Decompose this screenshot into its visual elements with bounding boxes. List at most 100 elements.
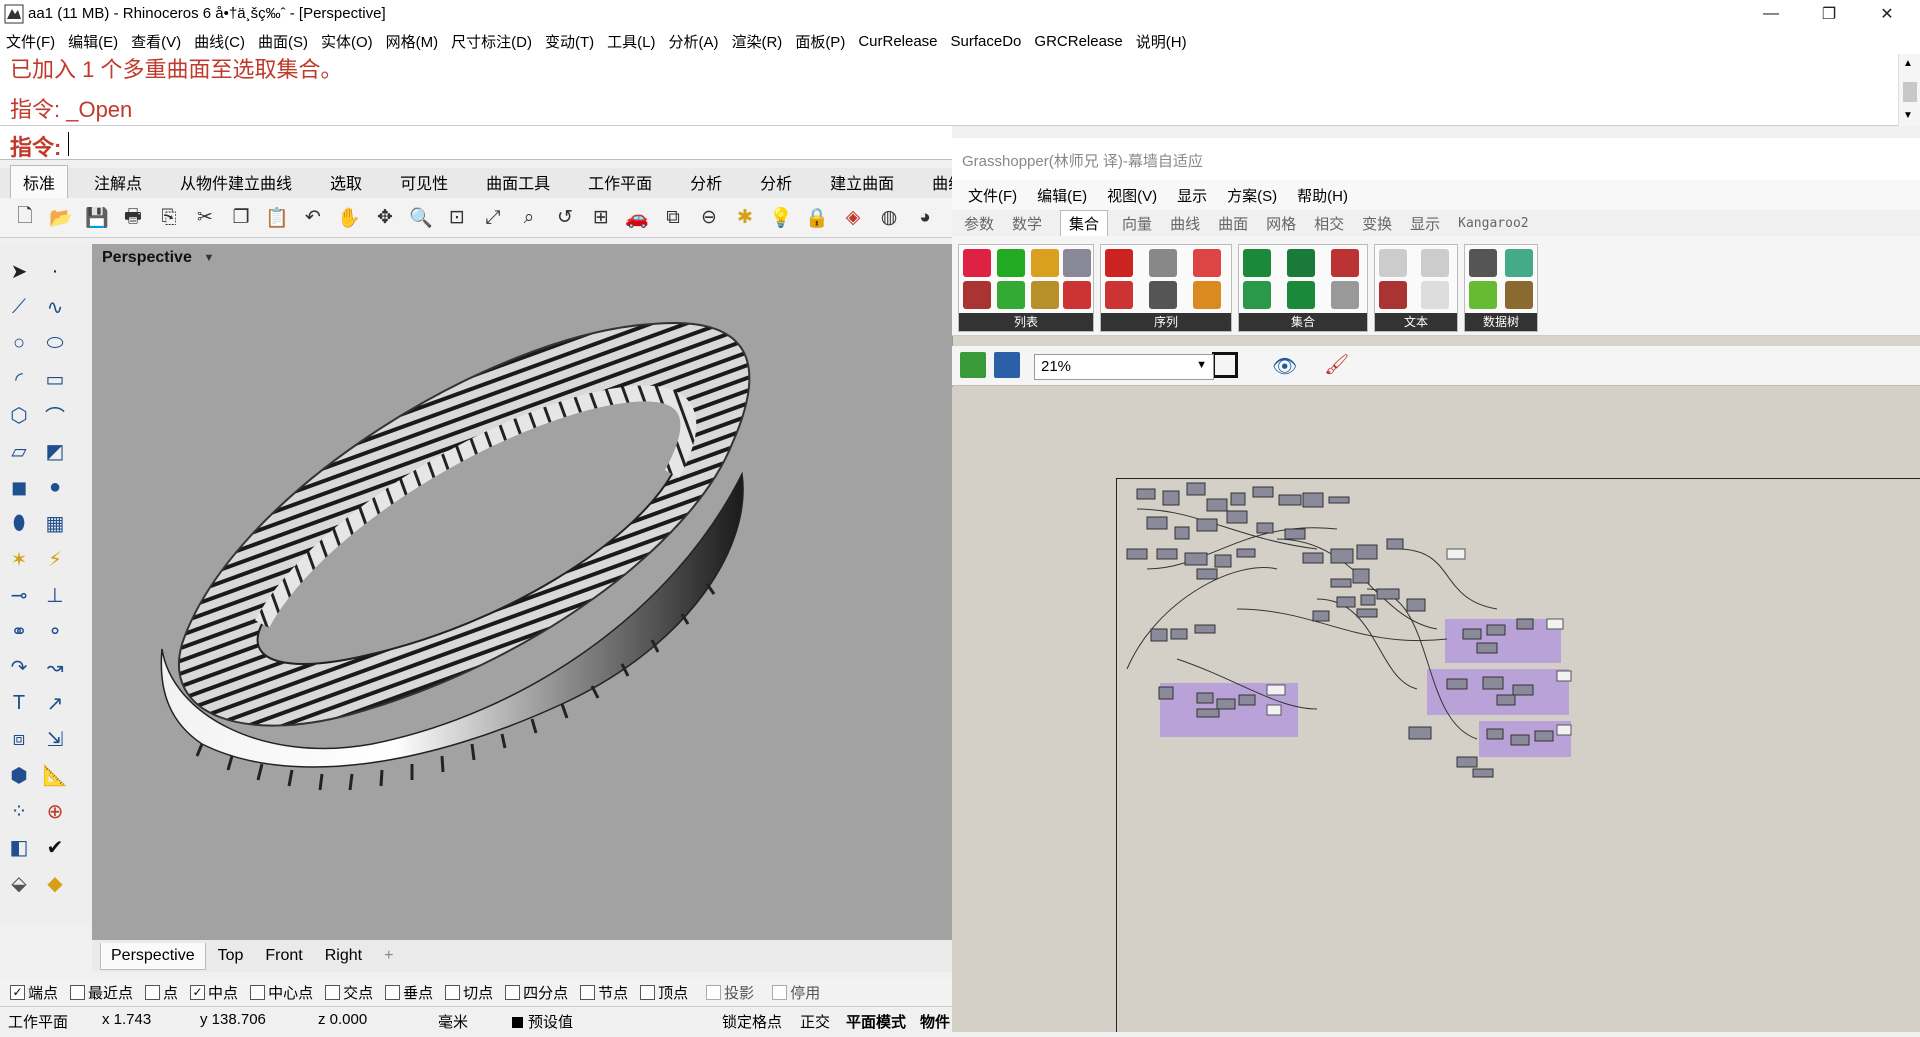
osnap-checkbox[interactable] xyxy=(145,984,161,1000)
menu-edit[interactable]: 编辑(E) xyxy=(68,31,118,52)
menu-currelease[interactable]: CurRelease xyxy=(858,33,937,50)
command-prompt[interactable]: 指令: xyxy=(0,126,952,160)
gh-tab-mesh[interactable]: 网格 xyxy=(1266,213,1296,234)
split-icon[interactable]: ⊥ xyxy=(40,580,70,610)
status-units[interactable]: 毫米 xyxy=(438,1011,468,1032)
menu-render[interactable]: 渲染(R) xyxy=(731,31,782,52)
block-icon[interactable]: ⬢ xyxy=(4,760,34,790)
sort-text-icon[interactable] xyxy=(1421,249,1449,277)
scroll-thumb[interactable] xyxy=(1903,82,1917,102)
osnap-checkbox[interactable] xyxy=(70,984,86,1000)
export-icon[interactable]: ⎘ xyxy=(156,205,182,231)
tab-analyze-2[interactable]: 分析 xyxy=(748,166,804,198)
preview-eye-icon[interactable]: 👁 xyxy=(1272,354,1297,379)
offset-icon[interactable]: ↷ xyxy=(4,652,34,682)
menu-transform[interactable]: 变动(T) xyxy=(545,31,594,52)
flow-icon[interactable]: ◧ xyxy=(4,832,34,862)
close-button[interactable]: ✕ xyxy=(1858,0,1916,28)
tab-standard[interactable]: 标准 xyxy=(10,165,69,198)
viewport-tab-front[interactable]: Front xyxy=(255,943,312,969)
gumball-icon[interactable]: ⊕ xyxy=(40,796,70,826)
cull-index-icon[interactable] xyxy=(1063,249,1091,277)
point-icon[interactable]: · xyxy=(40,256,70,286)
menu-mesh[interactable]: 网格(M) xyxy=(386,31,439,52)
osnap-checkbox[interactable] xyxy=(706,984,722,1000)
series-icon[interactable] xyxy=(1149,281,1177,309)
box-solid-icon[interactable]: ◼ xyxy=(4,472,34,502)
measure-icon[interactable]: 📐 xyxy=(40,760,70,790)
viewport-menu-chevron-down-icon[interactable]: ▼ xyxy=(202,250,216,266)
sketch-pen-icon[interactable]: 🖌 xyxy=(1324,352,1349,377)
status-osnap[interactable]: 物件 xyxy=(920,1011,950,1032)
carthesian-product-icon[interactable] xyxy=(1331,281,1359,309)
menu-help[interactable]: 说明(H) xyxy=(1136,31,1187,52)
gh-menu-solution[interactable]: 方案(S) xyxy=(1227,185,1277,206)
split-list-icon[interactable] xyxy=(1031,249,1059,277)
gh-tab-transform[interactable]: 变换 xyxy=(1362,213,1392,234)
gh-group[interactable] xyxy=(1427,669,1569,715)
zoom-icon[interactable]: 🔍 xyxy=(408,205,434,231)
set-exclusion-icon[interactable] xyxy=(1287,281,1315,309)
osnap-checkbox[interactable] xyxy=(580,984,596,1000)
polygon-icon[interactable]: ⬡ xyxy=(4,400,34,430)
menu-surfacedo[interactable]: SurfaceDo xyxy=(951,33,1022,50)
viewport-tab-right[interactable]: Right xyxy=(315,943,372,969)
viewport-layout-icon[interactable]: ⊞ xyxy=(588,205,614,231)
status-layer[interactable]: 预设值 xyxy=(528,1011,573,1032)
arc-icon[interactable]: ◜ xyxy=(4,364,34,394)
cull-pattern-icon[interactable] xyxy=(1105,249,1133,277)
transform-icon[interactable]: ⇲ xyxy=(40,724,70,754)
menu-dimension[interactable]: 尺寸标注(D) xyxy=(451,31,532,52)
gh-tab-params[interactable]: 参数 xyxy=(964,213,994,234)
check-icon[interactable]: ✔ xyxy=(40,832,70,862)
osnap-2[interactable]: 点 xyxy=(145,982,178,1003)
lock-icon[interactable]: 🔒 xyxy=(804,205,830,231)
simplify-tree-icon[interactable] xyxy=(1469,281,1497,309)
gh-tab-kangaroo2[interactable]: Kangaroo2 xyxy=(1458,216,1528,231)
tab-create-surface[interactable]: 建立曲面 xyxy=(818,166,906,198)
cull-nth-icon[interactable] xyxy=(1105,281,1133,309)
gh-tab-display[interactable]: 显示 xyxy=(1410,213,1440,234)
zoom-extents-icon[interactable] xyxy=(1212,352,1238,378)
rectangle-icon[interactable]: ▭ xyxy=(40,364,70,394)
surface-icon[interactable]: ▱ xyxy=(4,436,34,466)
blend-icon[interactable]: ↝ xyxy=(40,652,70,682)
zoom-extents-icon[interactable]: ⤢ xyxy=(480,205,506,231)
command-history-scrollbar[interactable]: ▲ ▼ xyxy=(1898,54,1920,126)
paste-icon[interactable]: 📋 xyxy=(264,205,290,231)
osnap-checkbox[interactable] xyxy=(385,984,401,1000)
gh-menu-view[interactable]: 视图(V) xyxy=(1107,185,1157,206)
text-split-icon[interactable] xyxy=(1379,281,1407,309)
explode-icon[interactable]: ✶ xyxy=(4,544,34,574)
menu-file[interactable]: 文件(F) xyxy=(6,31,55,52)
viewport-tab-top[interactable]: Top xyxy=(208,943,254,969)
minimize-button[interactable]: — xyxy=(1742,0,1800,28)
boolean-union-icon[interactable]: ⚭ xyxy=(4,616,34,646)
color-wheel-icon[interactable]: ◍ xyxy=(876,205,902,231)
cut-icon[interactable]: ✂ xyxy=(192,205,218,231)
partition-list-icon[interactable] xyxy=(1063,281,1091,309)
gh-save-icon[interactable] xyxy=(994,352,1020,378)
rotate-view-icon[interactable]: ✥ xyxy=(372,205,398,231)
gh-menu-help[interactable]: 帮助(H) xyxy=(1297,185,1348,206)
tab-annotation[interactable]: 注解点 xyxy=(82,166,154,198)
extrude-surface-icon[interactable]: ◩ xyxy=(40,436,70,466)
boolean-icon[interactable]: ⚡ xyxy=(40,544,70,574)
osnap-1[interactable]: 最近点 xyxy=(70,982,133,1003)
material-icon[interactable]: ◈ xyxy=(840,205,866,231)
menu-solid[interactable]: 实体(O) xyxy=(321,31,373,52)
boolean-difference-icon[interactable]: ⚬ xyxy=(40,616,70,646)
menu-grcrelease[interactable]: GRCRelease xyxy=(1034,33,1122,50)
osnap-9[interactable]: 节点 xyxy=(580,982,628,1003)
zoom-select[interactable]: 21% ▼ xyxy=(1034,354,1214,380)
set-difference-icon[interactable] xyxy=(1243,281,1271,309)
osnap-5[interactable]: 交点 xyxy=(325,982,373,1003)
render-sphere-icon[interactable]: ◕ xyxy=(912,205,938,231)
osnap-checkbox[interactable]: ✓ xyxy=(190,984,206,1000)
tab-cplane[interactable]: 工作平面 xyxy=(576,166,664,198)
osnap-checkbox[interactable] xyxy=(325,984,341,1000)
prune-tree-icon[interactable] xyxy=(1505,281,1533,309)
tab-select[interactable]: 选取 xyxy=(318,166,374,198)
gh-tab-maths[interactable]: 数学 xyxy=(1012,213,1042,234)
status-ortho[interactable]: 正交 xyxy=(800,1011,830,1032)
